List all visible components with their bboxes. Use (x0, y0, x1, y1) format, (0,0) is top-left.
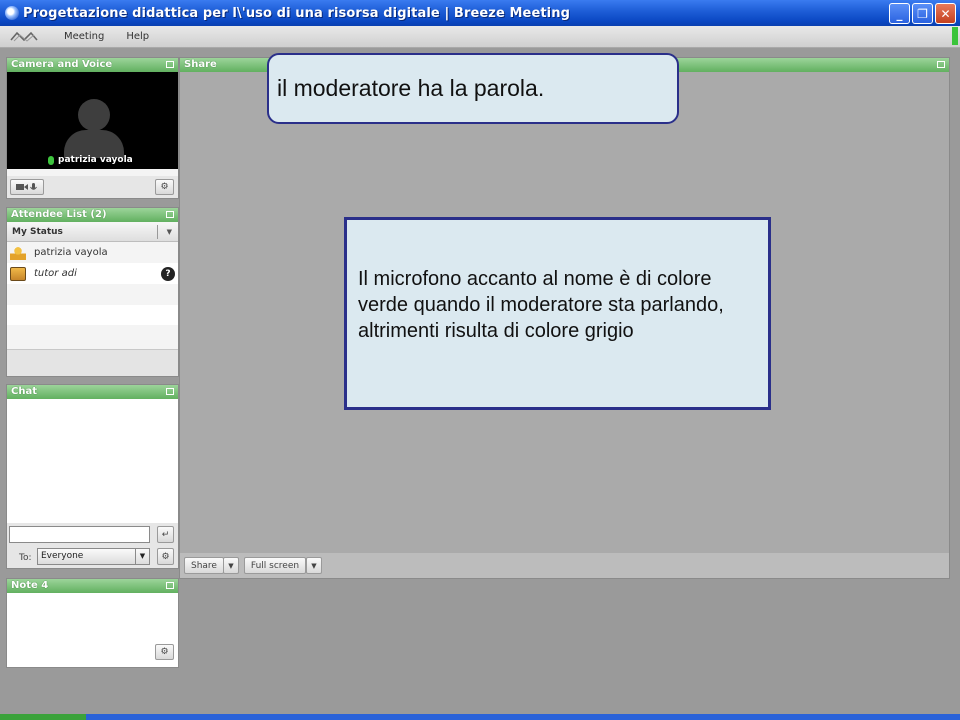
list-empty-row (7, 284, 178, 305)
video-area: patrizia vayola (7, 72, 178, 169)
dropdown-divider (157, 225, 158, 239)
note-settings-button[interactable]: ⚙ (155, 644, 174, 660)
my-status-dropdown[interactable]: My Status ▼ (7, 222, 178, 242)
maximize-pod-icon[interactable] (166, 211, 174, 218)
fullscreen-button-label: Full screen (250, 560, 300, 571)
chevron-down-icon: ▼ (228, 561, 234, 570)
breeze-logo-icon (10, 31, 38, 42)
camera-voice-pod: Camera and Voice patrizia vayola ⚙ (6, 57, 179, 199)
maximize-pod-icon[interactable] (166, 388, 174, 395)
camera-toolbar: ⚙ (7, 176, 178, 198)
video-participant-label: patrizia vayola (48, 155, 133, 165)
title-bar: Progettazione didattica per l\'uso di un… (0, 0, 960, 26)
my-status-label: My Status (12, 227, 63, 237)
chat-pod-header: Chat (7, 385, 178, 399)
recipient-value: Everyone (41, 551, 84, 561)
menu-bar: Meeting Help (0, 26, 960, 48)
presenter-icon (10, 245, 26, 260)
camera-mic-icon (16, 183, 37, 190)
microphone-icon (48, 155, 54, 165)
breeze-app-icon (5, 6, 19, 20)
note-pod-header: Note 4 (7, 579, 178, 593)
attendee-list-pod: Attendee List (2) My Status ▼ patrizia v… (6, 207, 179, 377)
participant-icon (10, 266, 26, 281)
attendee-row[interactable]: patrizia vayola (7, 242, 178, 263)
start-button[interactable] (0, 714, 86, 720)
maximize-pod-icon[interactable] (166, 61, 174, 68)
camera-voice-pod-header: Camera and Voice (7, 58, 178, 72)
fullscreen-menu-button[interactable]: ▼ (306, 557, 322, 574)
callout-microphone-explanation: Il microfono accanto al nome è di colore… (344, 217, 771, 410)
recipient-select[interactable]: Everyone ▼ (37, 548, 150, 565)
share-toolbar: Share ▼ Full screen ▼ (180, 553, 949, 578)
attendee-name: tutor adi (34, 268, 77, 279)
gear-icon: ⚙ (160, 182, 169, 192)
connection-status-indicator (952, 27, 958, 45)
minimize-button[interactable]: _ (889, 3, 910, 24)
close-button[interactable]: ✕ (935, 3, 956, 24)
maximize-pod-icon[interactable] (166, 582, 174, 589)
chat-input[interactable] (9, 526, 150, 543)
question-status-icon: ? (161, 266, 175, 281)
share-button[interactable]: Share (184, 557, 224, 574)
pod-title: Share (184, 59, 217, 70)
attendee-name: patrizia vayola (34, 247, 108, 258)
pod-title: Note 4 (11, 580, 49, 591)
attendee-row[interactable]: tutor adi ? (7, 263, 178, 284)
maximize-button[interactable]: ❐ (912, 3, 933, 24)
to-label: To: (19, 553, 32, 563)
note-text-area[interactable] (7, 593, 178, 667)
share-menu-button[interactable]: ▼ (223, 557, 239, 574)
pod-title: Camera and Voice (11, 59, 113, 70)
window-title: Progettazione didattica per l\'uso di un… (23, 5, 570, 21)
attendee-footer (7, 349, 178, 376)
enter-icon: ↵ (161, 529, 170, 540)
window-controls: _ ❐ ✕ (889, 3, 956, 24)
gear-icon: ⚙ (160, 647, 169, 657)
chat-settings-button[interactable]: ⚙ (157, 548, 174, 565)
chevron-down-icon: ▼ (135, 549, 149, 564)
participant-name: patrizia vayola (58, 155, 133, 165)
user-placeholder-body (64, 130, 124, 158)
user-placeholder-icon (78, 99, 110, 131)
chevron-down-icon: ▼ (166, 228, 172, 236)
camera-mic-button[interactable] (10, 179, 44, 195)
share-button-label: Share (191, 560, 217, 571)
fullscreen-button[interactable]: Full screen (244, 557, 306, 574)
camera-settings-button[interactable]: ⚙ (155, 179, 174, 195)
list-empty-row (7, 305, 178, 325)
pod-title: Chat (11, 386, 37, 397)
gear-icon: ⚙ (161, 551, 170, 562)
send-button[interactable]: ↵ (157, 526, 174, 543)
callout-moderator: il moderatore ha la parola. (267, 53, 679, 124)
taskbar-strip (0, 714, 960, 720)
menu-meeting[interactable]: Meeting (64, 31, 104, 42)
note-pod: Note 4 ⚙ (6, 578, 179, 668)
pod-title: Attendee List (2) (11, 209, 107, 220)
chat-message-area[interactable] (7, 399, 178, 523)
chat-pod: Chat ↵ To: Everyone ▼ ⚙ (6, 384, 179, 569)
attendee-list-pod-header: Attendee List (2) (7, 208, 178, 222)
maximize-pod-icon[interactable] (937, 61, 945, 68)
chevron-down-icon: ▼ (311, 561, 317, 570)
menu-help[interactable]: Help (126, 31, 149, 42)
